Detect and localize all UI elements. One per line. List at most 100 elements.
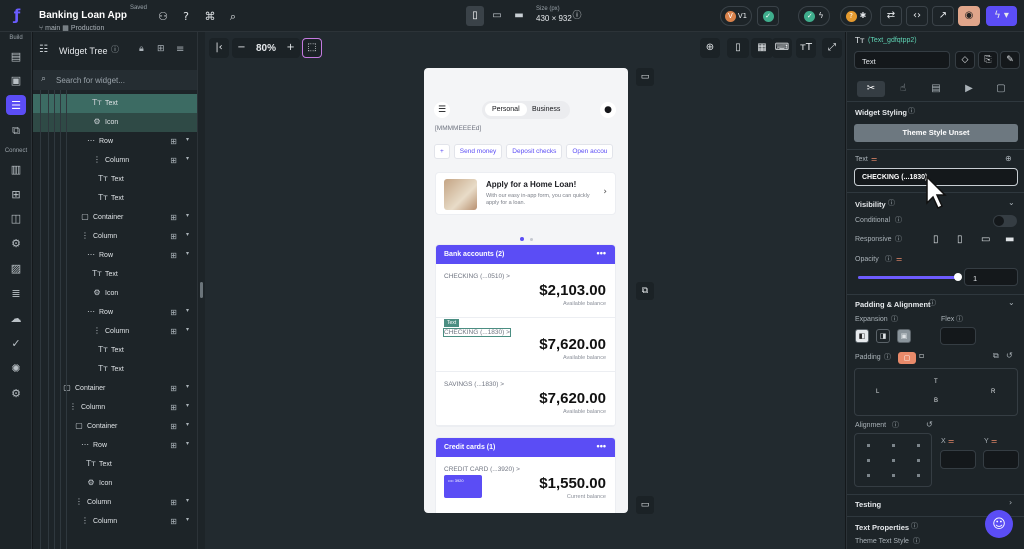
- variable-icon[interactable]: ⚌: [948, 438, 954, 445]
- issues-button[interactable]: ? ✱: [840, 6, 872, 26]
- chevron-right-icon[interactable]: ›: [1009, 499, 1012, 507]
- responsive-phone-icon[interactable]: ▯: [933, 235, 939, 245]
- command-icon[interactable]: ⌘: [203, 9, 217, 23]
- tree-row[interactable]: ⋯ Row ⊞ ▾: [33, 436, 197, 455]
- desktop-device-icon[interactable]: ▬: [510, 6, 528, 26]
- tree-row[interactable]: ⋮ Column ⊞ ▾: [33, 227, 197, 246]
- zoom-in-icon[interactable]: +: [286, 43, 294, 53]
- expansion-flexible-icon[interactable]: ◨: [876, 329, 890, 343]
- select-mode-icon[interactable]: ⬚: [302, 38, 322, 58]
- media-icon[interactable]: ▨: [6, 258, 26, 278]
- diamond-icon[interactable]: ◇: [955, 51, 975, 69]
- add-child-icon[interactable]: ⊞: [168, 250, 179, 261]
- add-child-icon[interactable]: ⊞: [168, 326, 179, 337]
- theme-style-button[interactable]: Theme Style Unset: [854, 124, 1018, 142]
- code-view-button[interactable]: ‹›: [906, 6, 928, 26]
- tree-row[interactable]: Tт Text: [33, 170, 197, 189]
- caret-down-icon[interactable]: ▾: [186, 327, 189, 333]
- pages-icon[interactable]: ▤: [6, 46, 26, 66]
- conditional-toggle[interactable]: [993, 215, 1017, 227]
- caret-down-icon[interactable]: ▾: [186, 441, 189, 447]
- caret-down-icon[interactable]: ▾: [186, 422, 189, 428]
- more-icon[interactable]: •••: [597, 441, 606, 451]
- add-child-icon[interactable]: ⊞: [168, 307, 179, 318]
- copy-widget-icon[interactable]: ⎘: [978, 51, 998, 69]
- check-status-button[interactable]: ✓: [757, 6, 779, 26]
- globe-icon[interactable]: ⊕: [1005, 155, 1012, 163]
- add-child-icon[interactable]: ⊞: [168, 440, 179, 451]
- tablet-device-icon[interactable]: ▭: [488, 6, 506, 26]
- keyboard-icon[interactable]: ⌨: [772, 38, 792, 58]
- tree-row[interactable]: ▢ Container ⊞ ▾: [33, 208, 197, 227]
- opacity-slider[interactable]: [858, 273, 962, 281]
- padding-right[interactable]: R: [991, 389, 995, 395]
- device-frame-icon[interactable]: ▯: [727, 38, 749, 58]
- padding-bottom[interactable]: B: [934, 398, 938, 404]
- chevron-down-icon[interactable]: ⌄: [1008, 299, 1015, 307]
- canvas-bottom-tool-icon[interactable]: ▭: [636, 496, 654, 514]
- database-icon[interactable]: ▥: [6, 159, 26, 179]
- add-child-icon[interactable]: ⊞: [168, 383, 179, 394]
- add-widget-icon[interactable]: ⊞: [157, 45, 165, 54]
- paint-icon[interactable]: ✎: [1000, 51, 1020, 69]
- canvas-side-tool-icon[interactable]: ▭: [636, 68, 654, 86]
- search-icon[interactable]: ⌕: [226, 9, 240, 23]
- tree-row[interactable]: ⋮ Column ⊞ ▾: [33, 398, 197, 417]
- tree-row[interactable]: ⋮ Column ⊞ ▾: [33, 512, 197, 531]
- add-child-icon[interactable]: ⊞: [168, 136, 179, 147]
- open-external-button[interactable]: ↗: [932, 6, 954, 26]
- tree-row[interactable]: ⋮ Column ⊞ ▾: [33, 493, 197, 512]
- collapse-all-icon[interactable]: ≡: [176, 45, 184, 55]
- cloud-icon[interactable]: ☁: [6, 308, 26, 328]
- text-scale-icon[interactable]: ᴛT: [796, 38, 816, 58]
- tab-business[interactable]: Business: [532, 106, 560, 113]
- widget-search-input[interactable]: Search for widget...: [56, 76, 125, 85]
- credit-card-row[interactable]: CREDIT CARD (...3920) > •••• 3920 $1,550…: [436, 457, 615, 511]
- caret-down-icon[interactable]: ▾: [186, 517, 189, 523]
- tab-personal[interactable]: Personal: [485, 103, 527, 116]
- menu-hamburger-icon[interactable]: ☰: [434, 102, 450, 118]
- padding-left[interactable]: L: [876, 389, 879, 395]
- language-globe-icon[interactable]: ⊕: [700, 38, 720, 58]
- tree-row[interactable]: ⋯ Row ⊞ ▾: [33, 246, 197, 265]
- padding-editor[interactable]: T B L R: [854, 368, 1018, 416]
- collapse-panel-icon[interactable]: |‹: [209, 38, 229, 58]
- project-info[interactable]: Banking Loan AppSaved ⑂ main ▦ Productio…: [39, 5, 147, 32]
- bank-accounts-header[interactable]: Bank accounts (2) •••: [436, 245, 615, 264]
- tree-row[interactable]: ⋯ Row ⊞ ▾: [33, 132, 197, 151]
- tree-row[interactable]: Tт Text: [33, 189, 197, 208]
- calculator-icon[interactable]: ▦: [751, 38, 773, 58]
- quick-action-chip[interactable]: Open accou: [566, 144, 614, 159]
- add-child-icon[interactable]: ⊞: [168, 402, 179, 413]
- caret-down-icon[interactable]: ▾: [186, 137, 189, 143]
- canvas-size[interactable]: Size (px) 430 × 932: [536, 5, 572, 23]
- responsive-desktop-icon[interactable]: ▬: [1005, 235, 1014, 245]
- tree-row[interactable]: ▢ Container ⊞ ▾: [33, 417, 197, 436]
- tree-row[interactable]: ▢ Container ⊞ ▾: [33, 379, 197, 398]
- info-icon[interactable]: ⓘ: [570, 9, 584, 23]
- opacity-slider-knob[interactable]: [954, 273, 962, 281]
- widget-search[interactable]: ⌕ Search for widget...: [33, 70, 197, 90]
- reset-icon[interactable]: ↺: [926, 421, 933, 429]
- align-y-input[interactable]: [983, 450, 1019, 469]
- tree-row[interactable]: ⚙ Icon: [33, 474, 197, 493]
- account-row[interactable]: CHECKING (...0510) > $2,103.00 Available b…: [436, 264, 615, 318]
- storyboard-icon[interactable]: ▣: [6, 70, 26, 90]
- tree-row[interactable]: ⚙ Icon: [33, 113, 197, 132]
- tab-actions-icon[interactable]: ☝: [889, 81, 917, 97]
- tree-row[interactable]: Tт Text: [33, 360, 197, 379]
- account-type-toggle[interactable]: Personal Business: [482, 101, 570, 119]
- caret-down-icon[interactable]: ▾: [186, 232, 189, 238]
- caret-down-icon[interactable]: ▾: [186, 251, 189, 257]
- tree-row[interactable]: ⚙ Icon: [33, 284, 197, 303]
- phone-preview[interactable]: ☰ Personal Business ● [MMMMEEEEd] + Send …: [424, 68, 628, 513]
- add-child-icon[interactable]: ⊞: [168, 516, 179, 527]
- panel-resize-handle[interactable]: [198, 32, 205, 549]
- profile-avatar-icon[interactable]: ●: [600, 102, 616, 118]
- caret-down-icon[interactable]: ▾: [186, 498, 189, 504]
- add-child-icon[interactable]: ⊞: [168, 421, 179, 432]
- tree-row[interactable]: Tт Text: [33, 341, 197, 360]
- tree-row[interactable]: ⋮ Column ⊞ ▾: [33, 151, 197, 170]
- add-child-icon[interactable]: ⊞: [168, 231, 179, 242]
- settings-gear-icon[interactable]: ⚙: [6, 383, 26, 403]
